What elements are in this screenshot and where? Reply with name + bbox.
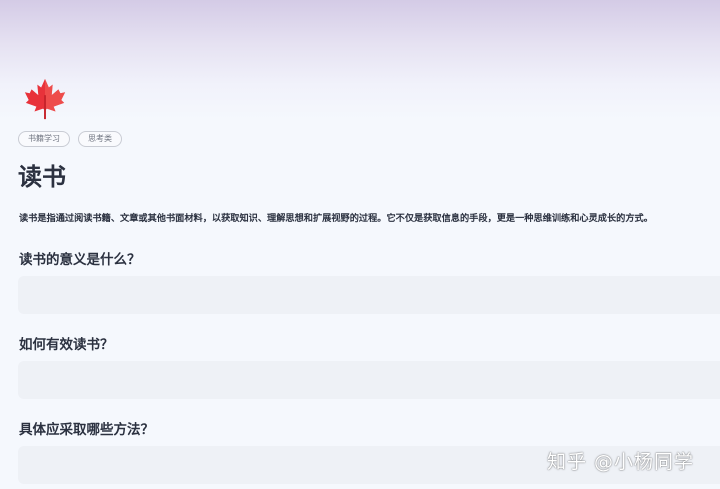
tag-list: 书籍学习 思考类 (18, 131, 122, 147)
question-heading: 如何有效读书？ (19, 337, 114, 353)
watermark: 知乎 @小杨同学 (547, 451, 695, 473)
question-heading: 具体应采取哪些方法？ (19, 422, 154, 438)
answer-block[interactable] (18, 361, 720, 399)
tag-chip[interactable]: 书籍学习 (18, 131, 70, 147)
maple-leaf-icon (24, 78, 66, 120)
page-title: 读书 (18, 163, 66, 191)
answer-block[interactable] (18, 276, 720, 314)
tag-chip[interactable]: 思考类 (78, 131, 122, 147)
intro-text: 读书是指通过阅读书籍、文章或其他书面材料，以获取知识、理解思想和扩展视野的过程。… (19, 213, 653, 224)
question-heading: 读书的意义是什么？ (19, 252, 141, 268)
